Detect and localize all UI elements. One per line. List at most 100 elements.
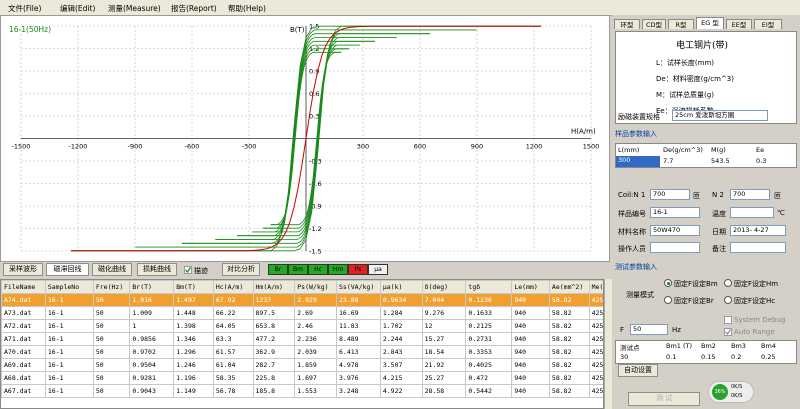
- operator-input[interactable]: [650, 242, 700, 253]
- col-header[interactable]: SampleNo: [44, 280, 94, 294]
- col-header[interactable]: Hm(A/m): [252, 280, 296, 294]
- col-header[interactable]: Ae(mm^2): [548, 280, 590, 294]
- mode-radio-hm[interactable]: [724, 279, 732, 287]
- frequency-input[interactable]: 50: [630, 324, 668, 335]
- table-cell: 0.9281: [129, 371, 175, 385]
- table-row[interactable]: A73.dat 16-1 50 1.009 1.448 66.22 897.5 2.69 16.…: [1, 306, 603, 320]
- table-cell: 425.7: [588, 293, 603, 307]
- table-cell: 2.843: [379, 345, 423, 359]
- menu-bar: 文件(File) 编辑(Edit) 测量(Measure) 报告(Report)…: [0, 0, 800, 16]
- col-header[interactable]: Ps(W/kg): [294, 280, 338, 294]
- magnetization-curve-positive: [305, 25, 541, 139]
- system-debug-checkbox[interactable]: [724, 316, 732, 324]
- col-header[interactable]: Fre(Hz): [92, 280, 131, 294]
- x-tick-label-9: 1500: [583, 143, 600, 151]
- col-header[interactable]: δ(deg): [421, 280, 467, 294]
- table-row[interactable]: A74.dat 16-1 50 1.016 1.497 67.92 1237 2.929 23.…: [1, 293, 603, 307]
- col-header[interactable]: Bm(T): [173, 280, 214, 294]
- table-cell: 8.489: [336, 332, 381, 346]
- col-header[interactable]: Br(T): [129, 280, 175, 294]
- auto-range-checkbox[interactable]: [724, 328, 732, 336]
- table-row[interactable]: A72.dat 16-1 50 1 1.398 64.05 653.8 2.46 11.83 1.…: [1, 319, 603, 333]
- table-row[interactable]: A69.dat 16-1 50 0.9504 1.246 61.04 282.7 1.859 4…: [1, 358, 603, 372]
- x-tick-label-1: -1200: [69, 143, 88, 151]
- points-value[interactable]: 30: [620, 353, 628, 361]
- table-cell: 940: [511, 358, 550, 372]
- table-cell: 56.78: [212, 384, 254, 398]
- col-header[interactable]: Ss(VA/kg): [336, 280, 381, 294]
- bm2-value[interactable]: 0.15: [701, 353, 715, 361]
- bm-grid: 测试点 30 Bm1 (T) Bm2 Bm3 Bm4 0.1 0.15 0.2 …: [615, 340, 797, 364]
- tab-2[interactable]: R型: [668, 19, 694, 29]
- gauge-percent: 36%: [712, 384, 728, 400]
- hysteresis-button[interactable]: 磁滞回线: [46, 263, 89, 276]
- coil-n2-input[interactable]: 700: [730, 189, 770, 200]
- param-l-value[interactable]: 300: [616, 156, 660, 167]
- compare-button[interactable]: 对比分析: [222, 263, 260, 276]
- tab-3[interactable]: EG 型: [696, 17, 724, 29]
- col-header[interactable]: tgδ: [465, 280, 513, 294]
- col-header[interactable]: FileName: [1, 280, 46, 294]
- mode-radio-hc[interactable]: [724, 296, 732, 304]
- table-cell: 63.3: [212, 332, 254, 346]
- table-row[interactable]: A68.dat 16-1 50 0.9281 1.196 58.35 225.8 1.697 3…: [1, 371, 603, 385]
- trace-checkbox[interactable]: [184, 266, 192, 274]
- tab-5[interactable]: EI型: [754, 19, 782, 29]
- menu-measure[interactable]: 测量(Measure): [108, 3, 161, 14]
- operator-label: 操作人员: [618, 245, 646, 253]
- col-header[interactable]: μa(k): [379, 280, 423, 294]
- param-header-m: M(g): [711, 146, 726, 154]
- param-header-l: L(mm): [618, 146, 640, 154]
- tab-0[interactable]: 环型: [614, 19, 640, 29]
- table-cell: A72.dat: [1, 319, 46, 333]
- menu-help[interactable]: 帮助(Help): [228, 3, 266, 14]
- table-row[interactable]: A67.dat 16-1 50 0.9043 1.149 56.78 185.8 1.553 3…: [1, 384, 603, 398]
- col-header[interactable]: Le(mm): [511, 280, 550, 294]
- table-cell: 0.472: [465, 371, 513, 385]
- sample-no-input[interactable]: 16-1: [650, 207, 700, 218]
- table-cell: 50: [92, 319, 131, 333]
- magnetization-curve-negative: [71, 138, 307, 252]
- bm4-value[interactable]: 0.25: [761, 353, 775, 361]
- mode-radio-bm[interactable]: [664, 279, 672, 287]
- menu-report[interactable]: 报告(Report): [171, 3, 217, 14]
- param-ee-value[interactable]: 0.3: [756, 157, 766, 165]
- table-cell: 11.83: [336, 319, 381, 333]
- date-picker[interactable]: 2013- 4-27: [730, 225, 786, 236]
- excitation-select[interactable]: 25cm 爱泼斯坦方圈: [672, 110, 768, 121]
- y-tick-label-4: 0.3: [309, 113, 319, 121]
- table-cell: 50: [92, 306, 131, 320]
- test-button[interactable]: 测 试: [628, 392, 700, 406]
- param-de-value[interactable]: 7.7: [663, 157, 673, 165]
- hz-label: Hz: [672, 326, 681, 334]
- table-row[interactable]: A71.dat 16-1 50 0.9856 1.346 63.3 477.2 2.236 8.…: [1, 332, 603, 346]
- tab-1[interactable]: CD型: [642, 19, 666, 29]
- coil-n1-input[interactable]: 700: [650, 189, 690, 200]
- col-header[interactable]: Me(g): [588, 280, 603, 294]
- magnetize-curve-button[interactable]: 磁化曲线: [92, 263, 132, 276]
- table-cell: 3.248: [336, 384, 381, 398]
- mode-radio-br[interactable]: [664, 296, 672, 304]
- table-row[interactable]: A70.dat 16-1 50 0.9702 1.296 61.57 362.9 2.039 6…: [1, 345, 603, 359]
- remark-input[interactable]: [730, 242, 786, 253]
- menu-file[interactable]: 文件(File): [8, 3, 41, 14]
- sample-wave-button[interactable]: 采样波形: [3, 263, 43, 276]
- table-cell: 1.296: [173, 345, 214, 359]
- table-cell: 16-1: [44, 371, 94, 385]
- col-header[interactable]: Hc(A/m): [212, 280, 254, 294]
- table-cell: 897.5: [252, 306, 296, 320]
- table-cell: 477.2: [252, 332, 296, 346]
- param-m-value[interactable]: 543.5: [711, 157, 730, 165]
- bm1-value[interactable]: 0.1: [666, 353, 676, 361]
- tab-4[interactable]: EE型: [726, 19, 752, 29]
- bm3-value[interactable]: 0.2: [731, 353, 741, 361]
- loss-curve-button[interactable]: 损耗曲线: [137, 263, 177, 276]
- auto-set-button[interactable]: 自动设置: [618, 364, 658, 377]
- menu-edit[interactable]: 编辑(Edit): [60, 3, 95, 14]
- param-header-de: De(g/cm^3): [663, 146, 703, 154]
- table-cell: 1.346: [173, 332, 214, 346]
- material-input[interactable]: 50W470: [650, 225, 700, 236]
- temp-input[interactable]: [730, 207, 774, 218]
- excitation-label: 励磁装置规格: [618, 113, 660, 121]
- mode-hc-label: 固定F设定Hc: [734, 297, 776, 305]
